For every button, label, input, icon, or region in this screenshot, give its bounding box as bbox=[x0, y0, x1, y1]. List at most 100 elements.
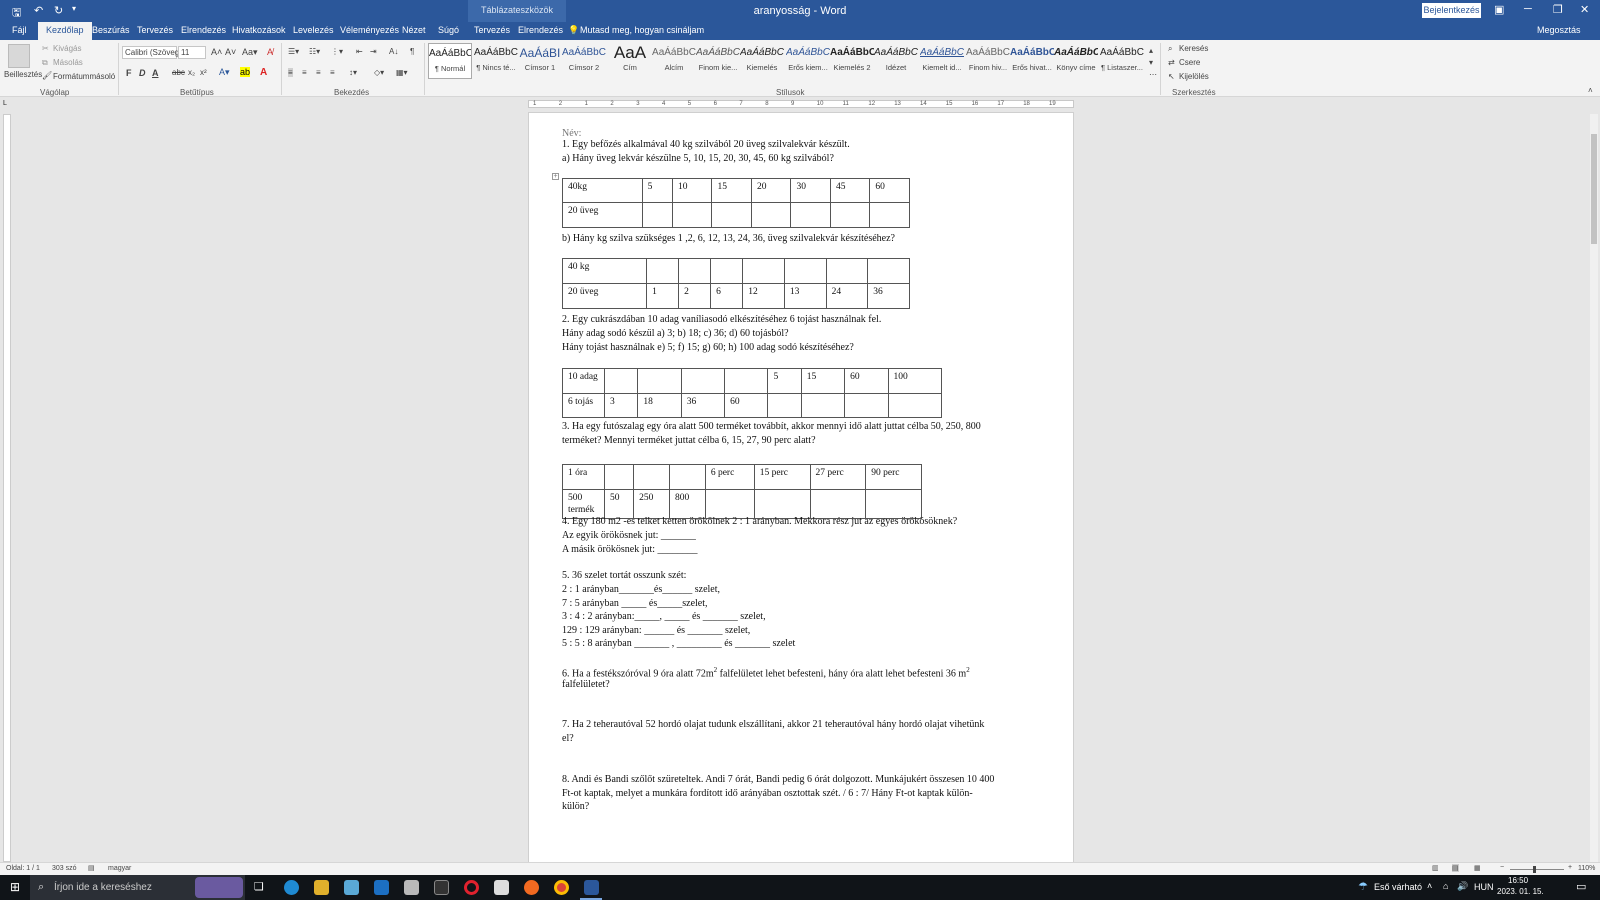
tab-insert[interactable]: Beszúrás bbox=[92, 25, 130, 35]
print-layout-icon[interactable]: ▤ bbox=[1452, 864, 1459, 872]
collapse-ribbon-icon[interactable]: ˄ bbox=[1588, 86, 1593, 95]
zoom-level[interactable]: 110% bbox=[1578, 865, 1595, 872]
style-subtle-reference[interactable]: AaÁáBbCcFinom hiv... bbox=[966, 43, 1010, 79]
find-button[interactable]: Keresés bbox=[1179, 44, 1208, 53]
replace-button[interactable]: Csere bbox=[1179, 58, 1200, 67]
table-cell[interactable]: 13 bbox=[783, 283, 827, 309]
paste-icon[interactable] bbox=[8, 44, 30, 68]
table-cell[interactable]: 30 bbox=[790, 178, 831, 203]
word-icon[interactable] bbox=[584, 880, 599, 895]
show-marks-icon[interactable]: ¶ bbox=[410, 47, 414, 56]
decrease-indent-icon[interactable]: ⇤ bbox=[356, 47, 363, 56]
zoom-in-icon[interactable]: + bbox=[1568, 864, 1572, 871]
clock-time[interactable]: 16:50 bbox=[1508, 876, 1528, 885]
style-title[interactable]: AaA Cím bbox=[608, 43, 652, 79]
style-list-paragraph[interactable]: AaÁáBbCc¶ Listaszer... bbox=[1100, 43, 1144, 79]
table-cell[interactable]: 1 óra bbox=[562, 464, 605, 490]
style-quote[interactable]: AaÁáBbCcIdézet bbox=[874, 43, 918, 79]
table-cell[interactable] bbox=[671, 202, 713, 228]
table-cell[interactable]: 15 bbox=[711, 178, 752, 203]
table-cell[interactable] bbox=[869, 202, 910, 228]
style-intense-reference[interactable]: AaÁáBbCcErős hivat... bbox=[1010, 43, 1054, 79]
style-intense-quote[interactable]: AaÁáBbCcKiemelt id... bbox=[920, 43, 964, 79]
styles-scroll-down-icon[interactable]: ▾ bbox=[1149, 58, 1153, 67]
table-cell[interactable] bbox=[646, 258, 680, 284]
table-cell[interactable] bbox=[603, 464, 635, 490]
web-layout-icon[interactable]: ▦ bbox=[1474, 864, 1481, 872]
tab-selector-icon[interactable]: L bbox=[3, 100, 7, 107]
table-cell[interactable]: 6 tojás bbox=[562, 393, 605, 418]
select-button[interactable]: Kijelölés bbox=[1179, 72, 1209, 81]
table-cell[interactable]: 2 bbox=[678, 283, 712, 309]
bullets-icon[interactable]: ☰▾ bbox=[288, 47, 299, 56]
table-cell[interactable]: 45 bbox=[829, 178, 871, 203]
table-cell[interactable] bbox=[680, 368, 726, 394]
task-view-icon[interactable]: ❏ bbox=[254, 880, 264, 893]
table-cell[interactable] bbox=[668, 464, 706, 490]
text-effects-icon[interactable]: A▾ bbox=[219, 67, 230, 78]
table-cell[interactable] bbox=[724, 368, 769, 394]
edge-icon[interactable] bbox=[284, 880, 299, 895]
tab-file[interactable]: Fájl bbox=[12, 25, 27, 35]
table-cell[interactable]: 20 üveg bbox=[561, 283, 648, 309]
table-cell[interactable] bbox=[825, 258, 869, 284]
table-cell[interactable]: 5 bbox=[641, 178, 674, 203]
change-case-icon[interactable]: Aa▾ bbox=[242, 47, 258, 58]
firefox-icon[interactable] bbox=[524, 880, 539, 895]
maximize-button[interactable]: ❐ bbox=[1553, 3, 1563, 16]
sort-icon[interactable]: A↓ bbox=[389, 47, 398, 56]
close-button[interactable]: ✕ bbox=[1580, 3, 1589, 16]
ribbon-display-icon[interactable]: ▣ bbox=[1494, 3, 1504, 16]
table-cell[interactable] bbox=[790, 202, 831, 228]
format-painter-button[interactable]: Formátummásoló bbox=[53, 72, 115, 81]
table-cell[interactable] bbox=[710, 258, 744, 284]
table-cell[interactable] bbox=[641, 202, 674, 228]
table-cell[interactable] bbox=[711, 202, 752, 228]
table-cell[interactable]: 20 bbox=[750, 178, 792, 203]
document-page[interactable]: Név: 1. Egy befőzés alkalmával 40 kg szi… bbox=[528, 112, 1074, 864]
input-language[interactable]: HUN bbox=[1474, 882, 1494, 892]
table-cell[interactable] bbox=[750, 202, 792, 228]
epic-games-icon[interactable] bbox=[434, 880, 449, 895]
table-cell[interactable]: 60 bbox=[844, 368, 889, 394]
line-spacing-icon[interactable]: ↕▾ bbox=[349, 68, 357, 77]
zoom-out-icon[interactable]: − bbox=[1500, 864, 1504, 871]
tab-mailings[interactable]: Levelezés bbox=[293, 25, 334, 35]
tab-view[interactable]: Nézet bbox=[402, 25, 426, 35]
table-cell[interactable]: 5 bbox=[767, 368, 802, 394]
table-cell[interactable]: 40 kg bbox=[561, 258, 648, 284]
share-button[interactable]: Megosztás bbox=[1537, 25, 1581, 35]
language-indicator[interactable]: magyar bbox=[108, 865, 131, 872]
style-emphasis[interactable]: AaÁáBbCcKiemelés bbox=[740, 43, 784, 79]
table-cell[interactable]: 3 bbox=[603, 393, 639, 418]
table-move-handle-icon[interactable]: + bbox=[552, 173, 559, 180]
tab-layout[interactable]: Elrendezés bbox=[181, 25, 226, 35]
table-cell[interactable]: 15 perc bbox=[753, 464, 811, 490]
table-cell[interactable]: 20 üveg bbox=[562, 202, 643, 228]
word-count[interactable]: 303 szó bbox=[52, 865, 77, 872]
bold-icon[interactable]: F bbox=[126, 68, 132, 78]
windows-start-icon[interactable]: ⊞ bbox=[10, 880, 20, 894]
strikethrough-icon[interactable]: abc bbox=[172, 68, 185, 77]
table-cell[interactable] bbox=[742, 258, 785, 284]
minimize-button[interactable]: ─ bbox=[1524, 3, 1532, 15]
chrome-icon[interactable] bbox=[554, 880, 569, 895]
tab-table-design[interactable]: Tervezés bbox=[474, 25, 510, 35]
zoom-slider[interactable] bbox=[1510, 869, 1564, 870]
notification-icon[interactable]: ▭ bbox=[1576, 880, 1586, 893]
calculator-icon[interactable] bbox=[404, 880, 419, 895]
proofing-icon[interactable]: ▤ bbox=[88, 864, 95, 872]
align-right-icon[interactable]: ≡ bbox=[316, 68, 321, 77]
tab-design[interactable]: Tervezés bbox=[137, 25, 173, 35]
tab-review[interactable]: Véleményezés bbox=[340, 25, 399, 35]
table-cell[interactable]: 90 perc bbox=[865, 464, 922, 490]
table-cell[interactable]: 24 bbox=[825, 283, 869, 309]
table-cell[interactable] bbox=[767, 393, 802, 418]
table-cell[interactable] bbox=[783, 258, 827, 284]
tray-chevron-icon[interactable]: ˄ bbox=[1427, 881, 1432, 891]
style-heading-2[interactable]: AaÁáBbCcCímsor 2 bbox=[562, 43, 606, 79]
style-strong[interactable]: AaÁáBbCcKiemelés 2 bbox=[830, 43, 874, 79]
table-cell[interactable] bbox=[800, 393, 846, 418]
style-normal[interactable]: AaÁáBbCcI¶ Normál bbox=[428, 43, 472, 79]
mail-icon[interactable] bbox=[374, 880, 389, 895]
